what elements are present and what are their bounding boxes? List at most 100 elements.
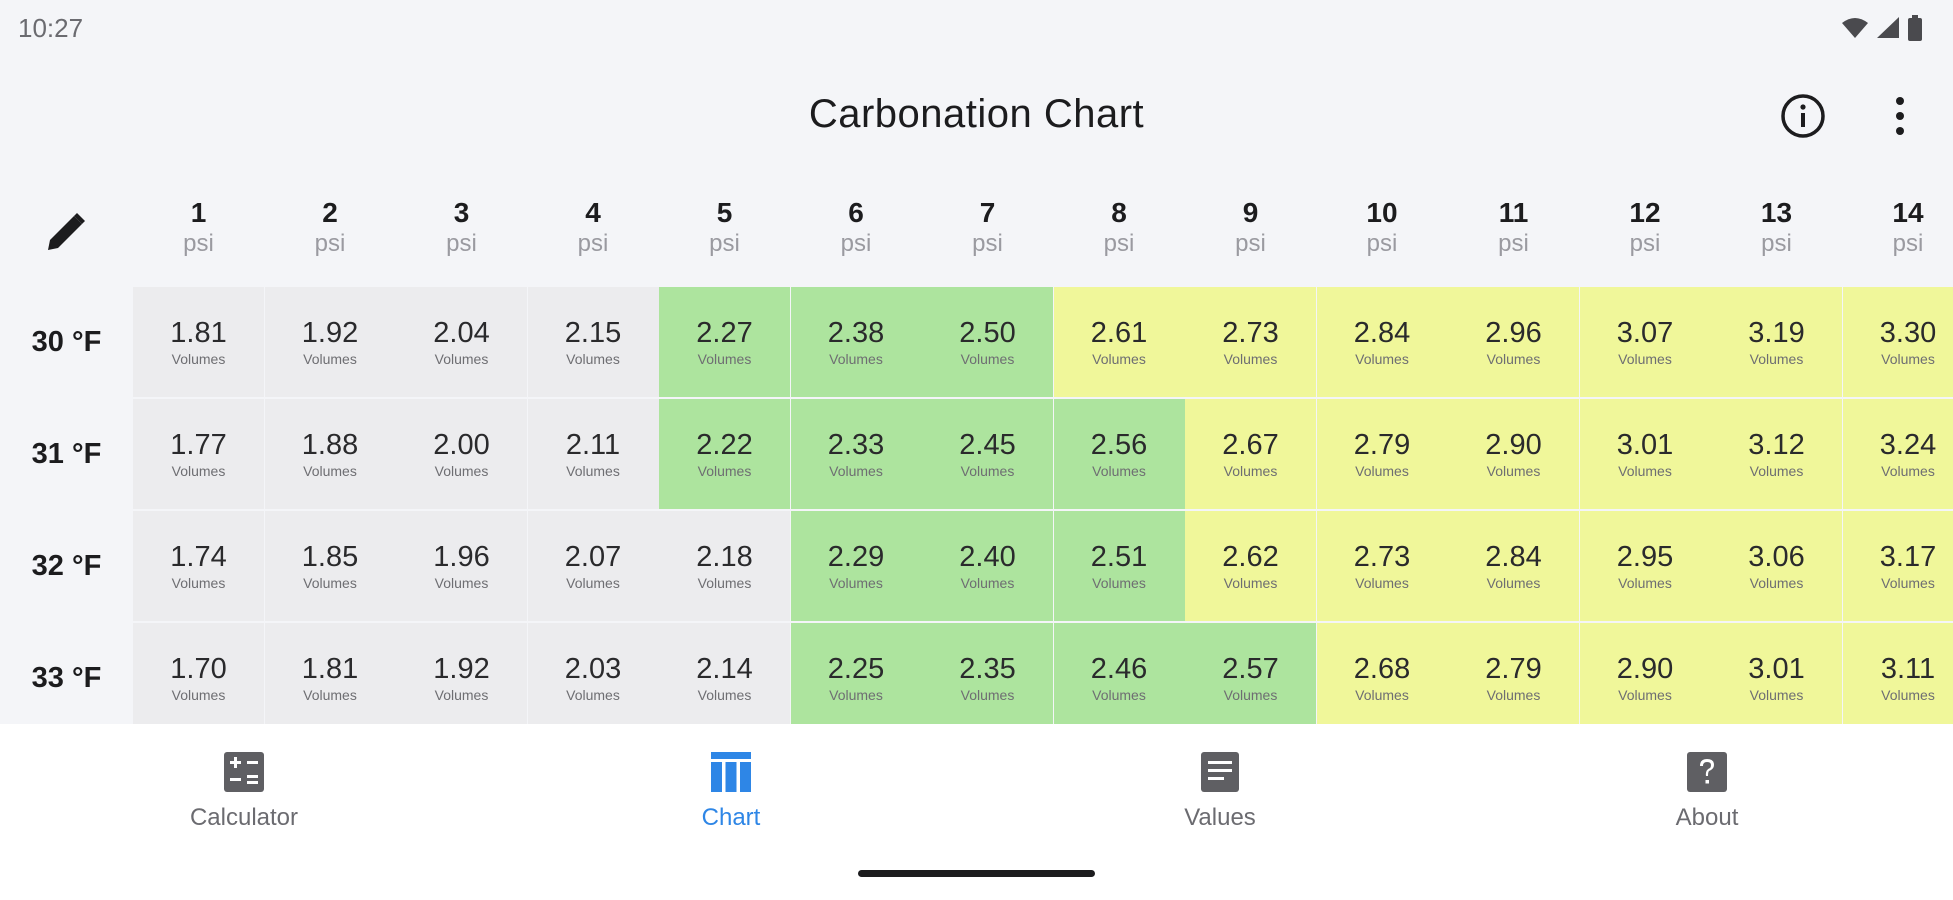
chart-cell[interactable]: 2.67 Volumes (1185, 399, 1316, 509)
chart-cell[interactable]: 2.27 Volumes (659, 287, 790, 397)
chart-cell[interactable]: 2.79 Volumes (1448, 623, 1579, 724)
chart-cell[interactable]: 1.74 Volumes (133, 511, 264, 621)
chart-cell[interactable]: 2.04 Volumes (396, 287, 527, 397)
cell-value: 2.56 (1090, 429, 1148, 461)
nav-calculator[interactable]: Calculator (144, 750, 344, 832)
chart-cell[interactable]: 2.90 Volumes (1448, 399, 1579, 509)
chart-cell[interactable]: 1.81 Volumes (133, 287, 264, 397)
chart-cell[interactable]: 1.96 Volumes (396, 511, 527, 621)
chart-cell[interactable]: 2.18 Volumes (659, 511, 790, 621)
chart-cell[interactable]: 2.15 Volumes (527, 287, 659, 397)
cell-value: 2.73 (1222, 317, 1279, 349)
psi-value: 3 (453, 197, 470, 228)
chart-cell[interactable]: 2.03 Volumes (527, 623, 659, 724)
chart-cell[interactable]: 2.61 Volumes (1053, 287, 1185, 397)
psi-unit: psi (1103, 230, 1135, 257)
psi-unit: psi (1498, 230, 1529, 257)
chart-cell[interactable]: 1.92 Volumes (264, 287, 396, 397)
chart-cell[interactable]: 2.96 Volumes (1448, 287, 1579, 397)
cell-unit: Volumes (1881, 463, 1935, 479)
psi-unit: psi (1892, 230, 1924, 257)
cell-value: 2.84 (1485, 541, 1542, 573)
psi-value: 6 (848, 197, 864, 228)
chart-cell[interactable]: 2.00 Volumes (396, 399, 527, 509)
chart-cell[interactable]: 1.92 Volumes (396, 623, 527, 724)
chart-cell[interactable]: 3.06 Volumes (1711, 511, 1842, 621)
chart-cell[interactable]: 2.33 Volumes (790, 399, 922, 509)
chart-cell[interactable]: 2.56 Volumes (1053, 399, 1185, 509)
cell-value: 2.22 (696, 429, 753, 461)
cell-unit: Volumes (434, 463, 489, 479)
chart-cell[interactable]: 2.84 Volumes (1448, 511, 1579, 621)
cell-value: 2.51 (1090, 541, 1148, 573)
nav-chart[interactable]: Chart (631, 750, 831, 832)
chart-cell[interactable]: 2.46 Volumes (1053, 623, 1185, 724)
psi-value: 11 (1498, 197, 1529, 228)
chart-cell[interactable]: 2.22 Volumes (659, 399, 790, 509)
chart-cell[interactable]: 1.81 Volumes (264, 623, 396, 724)
chart-cell[interactable]: 2.84 Volumes (1316, 287, 1448, 397)
chart-cell[interactable]: 3.01 Volumes (1579, 399, 1711, 509)
chart-cell[interactable]: 2.51 Volumes (1053, 511, 1185, 621)
chart-cell[interactable]: 2.40 Volumes (922, 511, 1053, 621)
chart-cell[interactable]: 2.50 Volumes (922, 287, 1053, 397)
cell-unit: Volumes (1092, 687, 1146, 703)
cell-unit: Volumes (171, 687, 226, 703)
chart-cell[interactable]: 1.85 Volumes (264, 511, 396, 621)
chart-cell[interactable]: 3.01 Volumes (1711, 623, 1842, 724)
cell-unit: Volumes (566, 687, 620, 703)
chart-cell[interactable]: 2.73 Volumes (1185, 287, 1316, 397)
chart-cell[interactable]: 2.45 Volumes (922, 399, 1053, 509)
chart-cell[interactable]: 2.35 Volumes (922, 623, 1053, 724)
chart-cell[interactable]: 1.70 Volumes (133, 623, 264, 724)
nav-about[interactable]: About (1607, 750, 1807, 832)
chart-cell[interactable]: 2.79 Volumes (1316, 399, 1448, 509)
chart-cell[interactable]: 2.73 Volumes (1316, 511, 1448, 621)
cell-value: 2.15 (564, 317, 622, 349)
chart-cell[interactable]: 3.30 Volumes (1842, 287, 1953, 397)
chart-cell[interactable]: 2.29 Volumes (790, 511, 922, 621)
psi-header-8: 8 psi (1054, 196, 1185, 258)
chart-cell[interactable]: 2.07 Volumes (527, 511, 659, 621)
chart-cell[interactable]: 3.12 Volumes (1711, 399, 1842, 509)
psi-header-1: 1 psi (133, 196, 264, 258)
cell-value: 2.33 (827, 429, 885, 461)
cell-value: 3.06 (1748, 541, 1805, 573)
chart-cell[interactable]: 2.57 Volumes (1185, 623, 1316, 724)
chart-cell[interactable]: 3.17 Volumes (1842, 511, 1953, 621)
chart-cell[interactable]: 2.25 Volumes (790, 623, 922, 724)
chart-cell[interactable]: 2.11 Volumes (527, 399, 659, 509)
info-button[interactable] (1773, 86, 1833, 146)
chart-cell[interactable]: 3.24 Volumes (1842, 399, 1953, 509)
chart-cell[interactable]: 2.68 Volumes (1316, 623, 1448, 724)
chart-cell[interactable]: 1.77 Volumes (133, 399, 264, 509)
chart-cell[interactable]: 2.14 Volumes (659, 623, 790, 724)
cell-unit: Volumes (1618, 575, 1672, 591)
cell-value: 2.14 (696, 653, 753, 685)
cell-unit: Volumes (1486, 463, 1541, 479)
chart-cell[interactable]: 3.07 Volumes (1579, 287, 1711, 397)
cell-unit: Volumes (1618, 463, 1672, 479)
chart-cell[interactable]: 1.88 Volumes (264, 399, 396, 509)
cell-unit: Volumes (1618, 351, 1672, 367)
page-title: Carbonation Chart (808, 92, 1145, 136)
chart-cell[interactable]: 2.90 Volumes (1579, 623, 1711, 724)
chart-cell[interactable]: 2.38 Volumes (790, 287, 922, 397)
edit-button[interactable] (38, 204, 94, 260)
chart-cell[interactable]: 3.19 Volumes (1711, 287, 1842, 397)
nav-values[interactable]: Values (1120, 750, 1320, 832)
home-indicator[interactable] (858, 870, 1095, 877)
info-icon (1781, 94, 1825, 138)
cell-value: 1.92 (433, 653, 490, 685)
chart-cell[interactable]: 2.95 Volumes (1579, 511, 1711, 621)
cell-unit: Volumes (1355, 351, 1409, 367)
nav-label-chart: Chart (701, 804, 761, 831)
chart-cell[interactable]: 2.62 Volumes (1185, 511, 1316, 621)
psi-value: 2 (322, 197, 338, 228)
cell-value: 2.79 (1485, 653, 1542, 685)
psi-header-7: 7 psi (922, 196, 1053, 258)
overflow-menu-button[interactable] (1870, 86, 1930, 146)
cell-value: 2.90 (1616, 653, 1674, 685)
status-bar: 10:27 (0, 0, 1953, 56)
chart-cell[interactable]: 3.11 Volumes (1842, 623, 1953, 724)
